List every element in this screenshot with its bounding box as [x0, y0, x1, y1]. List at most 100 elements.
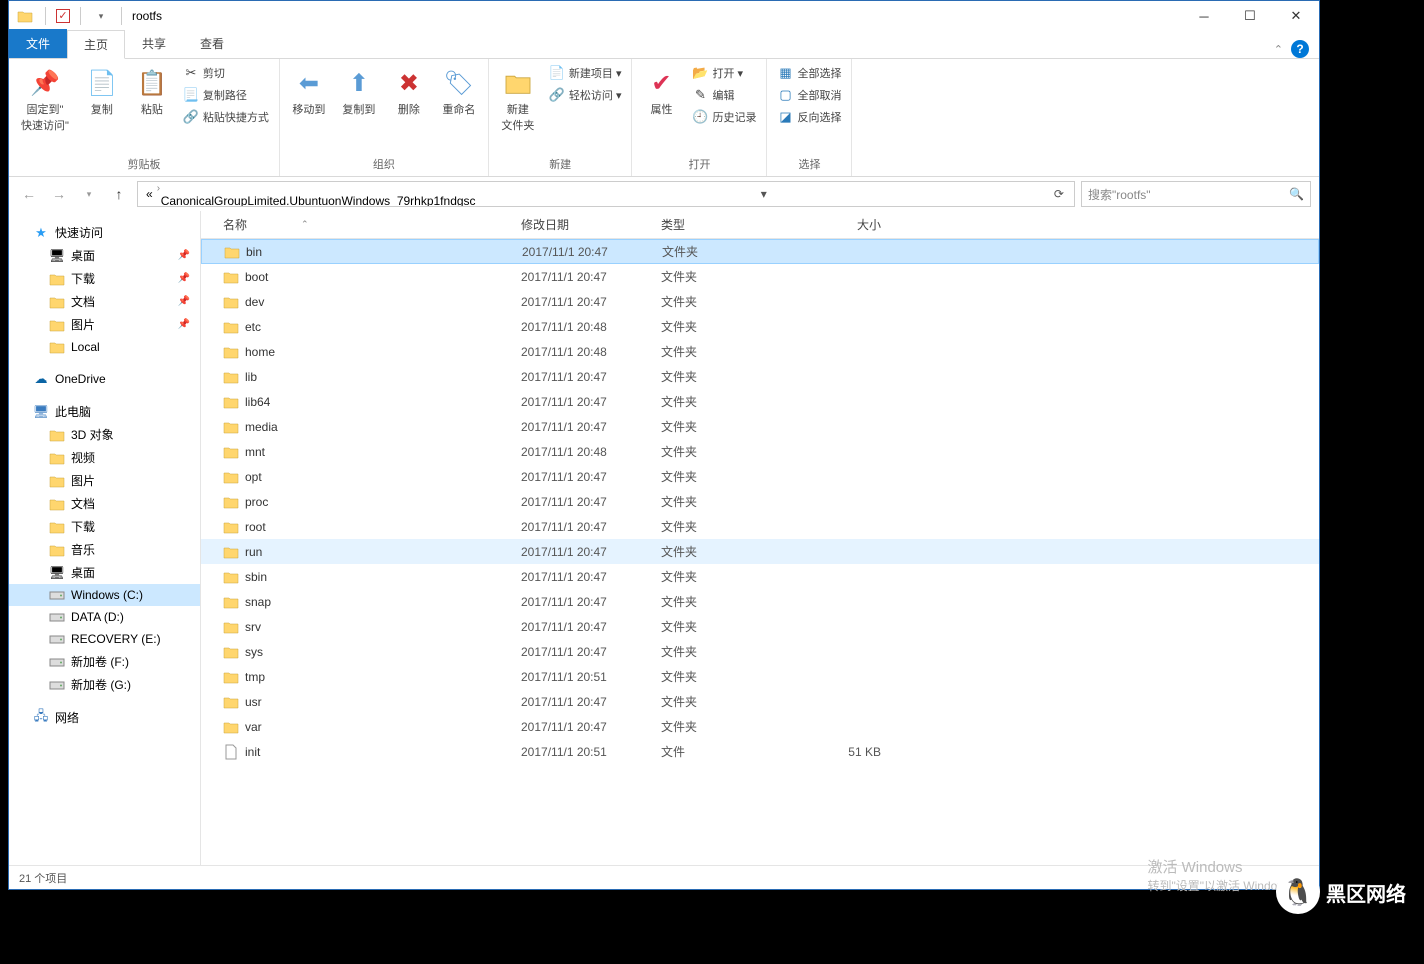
folder-icon	[49, 271, 65, 287]
edit-button[interactable]: ✎编辑	[688, 85, 760, 105]
nav-item-桌面[interactable]: 🖥桌面	[9, 561, 200, 584]
rename-button[interactable]: 🏷重命名	[436, 63, 482, 121]
paste-icon: 📋	[136, 67, 168, 99]
file-pane: 名称⌃ 修改日期 类型 大小 bin2017/11/1 20:47文件夹boot…	[201, 211, 1319, 865]
scissors-icon: ✂	[183, 65, 199, 81]
col-size[interactable]: 大小	[791, 216, 891, 233]
file-row-mnt[interactable]: mnt2017/11/1 20:48文件夹	[201, 439, 1319, 464]
selectall-button[interactable]: ▦全部选择	[773, 63, 845, 83]
minimize-button[interactable]: ─	[1181, 1, 1227, 31]
pin-icon: 📌	[178, 273, 190, 284]
moveto-icon: ⬅	[293, 67, 325, 99]
nav-item-图片[interactable]: 图片📌	[9, 313, 200, 336]
nav-item-Windows (C:)[interactable]: Windows (C:)	[9, 584, 200, 606]
selectnone-button[interactable]: ▢全部取消	[773, 85, 845, 105]
nav-item-DATA (D:)[interactable]: DATA (D:)	[9, 606, 200, 628]
tab-home[interactable]: 主页	[67, 30, 125, 59]
copypath-button[interactable]: 📃复制路径	[179, 85, 273, 105]
pin-button[interactable]: 📌固定到" 快速访问"	[15, 63, 75, 137]
nav-item-新加卷 (F:)[interactable]: 新加卷 (F:)	[9, 650, 200, 673]
nav-item-文档[interactable]: 文档📌	[9, 290, 200, 313]
copyto-button[interactable]: ⬆复制到	[336, 63, 382, 121]
breadcrumb-CanonicalGroupLimited.UbuntuonWindows_79rhkp1fndgsc[interactable]: CanonicalGroupLimited.UbuntuonWindows_79…	[157, 194, 480, 207]
nav-quickaccess[interactable]: ★快速访问	[9, 221, 200, 244]
nav-item-Local[interactable]: Local	[9, 336, 200, 358]
copy-button[interactable]: 📄复制	[79, 63, 125, 121]
pin-icon: 📌	[178, 250, 190, 261]
file-row-sys[interactable]: sys2017/11/1 20:47文件夹	[201, 639, 1319, 664]
refresh-button[interactable]: ⟳	[1048, 187, 1070, 201]
moveto-button[interactable]: ⬅移动到	[286, 63, 332, 121]
file-row-tmp[interactable]: tmp2017/11/1 20:51文件夹	[201, 664, 1319, 689]
file-row-dev[interactable]: dev2017/11/1 20:47文件夹	[201, 289, 1319, 314]
file-row-media[interactable]: media2017/11/1 20:47文件夹	[201, 414, 1319, 439]
file-row-boot[interactable]: boot2017/11/1 20:47文件夹	[201, 264, 1319, 289]
history-button[interactable]: 🕘历史记录	[688, 107, 760, 127]
col-modified[interactable]: 修改日期	[511, 216, 651, 233]
nav-item-视频[interactable]: 视频	[9, 446, 200, 469]
file-row-lib64[interactable]: lib642017/11/1 20:47文件夹	[201, 389, 1319, 414]
file-row-init[interactable]: init2017/11/1 20:51文件51 KB	[201, 739, 1319, 764]
newfolder-button[interactable]: 新建 文件夹	[495, 63, 541, 137]
file-row-etc[interactable]: etc2017/11/1 20:48文件夹	[201, 314, 1319, 339]
copy-icon: 📄	[86, 67, 118, 99]
recent-dropdown[interactable]: ▾	[77, 182, 101, 206]
properties-button[interactable]: ✔属性	[638, 63, 684, 121]
nav-network[interactable]: 🖧网络	[9, 706, 200, 729]
search-input[interactable]: 搜索"rootfs" 🔍	[1081, 181, 1311, 207]
tab-share[interactable]: 共享	[125, 29, 183, 58]
folder-icon	[49, 450, 65, 466]
qat-dropdown[interactable]: ▾	[91, 6, 111, 26]
file-row-run[interactable]: run2017/11/1 20:47文件夹	[201, 539, 1319, 564]
ribbon-tabs: 文件 主页 共享 查看 ⌃ ?	[9, 31, 1319, 59]
nav-item-下载[interactable]: 下载	[9, 515, 200, 538]
delete-button[interactable]: ✖删除	[386, 63, 432, 121]
folder-icon	[49, 294, 65, 310]
cut-button[interactable]: ✂剪切	[179, 63, 273, 83]
nav-item-桌面[interactable]: 🖥桌面📌	[9, 244, 200, 267]
file-row-usr[interactable]: usr2017/11/1 20:47文件夹	[201, 689, 1319, 714]
file-row-lib[interactable]: lib2017/11/1 20:47文件夹	[201, 364, 1319, 389]
network-icon: 🖧	[33, 710, 49, 726]
file-row-root[interactable]: root2017/11/1 20:47文件夹	[201, 514, 1319, 539]
collapse-ribbon-icon[interactable]: ⌃	[1274, 43, 1283, 56]
tab-file[interactable]: 文件	[9, 29, 67, 58]
back-button[interactable]: ←	[17, 182, 41, 206]
nav-item-新加卷 (G:)[interactable]: 新加卷 (G:)	[9, 673, 200, 696]
maximize-button[interactable]: ☐	[1227, 1, 1273, 31]
open-button[interactable]: 📂打开 ▾	[688, 63, 760, 83]
help-icon[interactable]: ?	[1291, 40, 1309, 58]
close-button[interactable]: ✕	[1273, 1, 1319, 31]
invert-button[interactable]: ◪反向选择	[773, 107, 845, 127]
file-row-bin[interactable]: bin2017/11/1 20:47文件夹	[201, 239, 1319, 264]
newitem-button[interactable]: 📄新建项目 ▾	[545, 63, 626, 83]
col-type[interactable]: 类型	[651, 216, 791, 233]
nav-item-音乐[interactable]: 音乐	[9, 538, 200, 561]
file-row-home[interactable]: home2017/11/1 20:48文件夹	[201, 339, 1319, 364]
paste-button[interactable]: 📋粘贴	[129, 63, 175, 121]
file-row-var[interactable]: var2017/11/1 20:47文件夹	[201, 714, 1319, 739]
qat-checkbox[interactable]: ✓	[56, 9, 70, 23]
up-button[interactable]: ↑	[107, 182, 131, 206]
easyaccess-button[interactable]: 🔗轻松访问 ▾	[545, 85, 626, 105]
col-name[interactable]: 名称⌃	[201, 216, 511, 233]
file-row-srv[interactable]: srv2017/11/1 20:47文件夹	[201, 614, 1319, 639]
file-row-snap[interactable]: snap2017/11/1 20:47文件夹	[201, 589, 1319, 614]
explorer-window: ✓ ▾ rootfs ─ ☐ ✕ 文件 主页 共享 查看 ⌃ ? 📌固定到" 快…	[8, 0, 1320, 890]
nav-item-文档[interactable]: 文档	[9, 492, 200, 515]
pasteshortcut-button[interactable]: 🔗粘贴快捷方式	[179, 107, 273, 127]
nav-item-RECOVERY (E:)[interactable]: RECOVERY (E:)	[9, 628, 200, 650]
nav-thispc[interactable]: 🖥此电脑	[9, 400, 200, 423]
nav-item-图片[interactable]: 图片	[9, 469, 200, 492]
nav-item-3D 对象[interactable]: 3D 对象	[9, 423, 200, 446]
forward-button[interactable]: →	[47, 182, 71, 206]
folder-icon	[223, 394, 239, 410]
edit-icon: ✎	[692, 87, 708, 103]
file-row-sbin[interactable]: sbin2017/11/1 20:47文件夹	[201, 564, 1319, 589]
address-bar[interactable]: « AppData›Local›Packages›CanonicalGroupL…	[137, 181, 1075, 207]
file-row-opt[interactable]: opt2017/11/1 20:47文件夹	[201, 464, 1319, 489]
file-row-proc[interactable]: proc2017/11/1 20:47文件夹	[201, 489, 1319, 514]
tab-view[interactable]: 查看	[183, 29, 241, 58]
nav-onedrive[interactable]: ☁OneDrive	[9, 368, 200, 390]
nav-item-下载[interactable]: 下载📌	[9, 267, 200, 290]
